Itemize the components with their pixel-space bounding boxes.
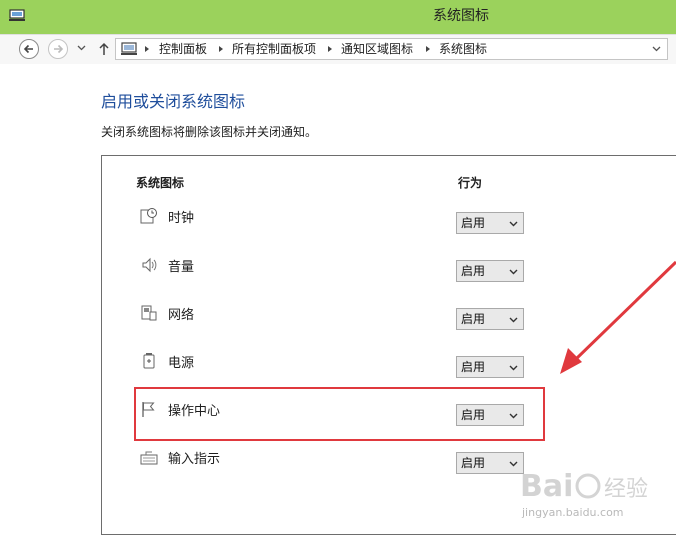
watermark-site: jingyan.baidu.com (522, 506, 624, 519)
baidu-watermark-logo: Bai 经验 (520, 469, 648, 504)
forward-button[interactable] (48, 39, 68, 59)
navigation-bar: 控制面板 所有控制面板项 通知区域图标 系统图标 (0, 34, 676, 64)
row-label-clock: 时钟 (168, 211, 195, 226)
chevron-down-icon (509, 269, 518, 275)
behavior-select-power[interactable]: 启用 (456, 356, 524, 378)
select-value: 启用 (461, 264, 486, 278)
up-arrow-icon[interactable] (98, 42, 110, 56)
clock-icon (140, 208, 157, 224)
back-button[interactable] (19, 39, 39, 59)
annotation-highlight-box (134, 387, 545, 441)
back-arrow-icon (23, 44, 33, 54)
svg-text:Bai: Bai (520, 469, 573, 504)
chevron-down-icon (509, 365, 518, 371)
behavior-select-input-indicator[interactable]: 启用 (456, 452, 524, 474)
breadcrumb-all-items[interactable]: 所有控制面板项 (232, 39, 316, 59)
select-value: 启用 (461, 456, 486, 470)
row-label-input-indicator: 输入指示 (168, 452, 221, 467)
select-value: 启用 (461, 312, 486, 326)
breadcrumb-control-panel[interactable]: 控制面板 (159, 39, 207, 59)
select-value: 启用 (461, 360, 486, 374)
page-heading: 启用或关闭系统图标 (101, 92, 246, 111)
title-bar: 系统图标 (0, 0, 676, 34)
behavior-select-network[interactable]: 启用 (456, 308, 524, 330)
breadcrumb-system-icons[interactable]: 系统图标 (439, 39, 487, 59)
page-description: 关闭系统图标将删除该图标并关闭通知。 (101, 125, 318, 139)
address-bar[interactable]: 控制面板 所有控制面板项 通知区域图标 系统图标 (115, 38, 668, 60)
forward-arrow-icon (54, 44, 64, 54)
behavior-select-clock[interactable]: 启用 (456, 212, 524, 234)
window-title: 系统图标 (433, 8, 489, 24)
volume-icon (142, 257, 157, 273)
keyboard-icon (140, 451, 158, 465)
select-value: 启用 (461, 216, 486, 230)
breadcrumb-notification-area[interactable]: 通知区域图标 (341, 39, 413, 59)
computer-icon (121, 42, 137, 55)
svg-text:经验: 经验 (604, 477, 648, 502)
behavior-select-volume[interactable]: 启用 (456, 260, 524, 282)
chevron-down-icon (509, 221, 518, 227)
row-label-network: 网络 (168, 308, 195, 323)
row-label-power: 电源 (168, 356, 195, 371)
row-label-volume: 音量 (168, 260, 195, 275)
address-dropdown-icon[interactable] (652, 43, 661, 55)
network-icon (141, 305, 157, 321)
column-header-icon: 系统图标 (136, 176, 185, 190)
recent-locations-chevron-icon[interactable] (77, 45, 86, 51)
chevron-down-icon (509, 461, 518, 467)
column-header-behavior: 行为 (458, 176, 483, 190)
power-icon (143, 353, 155, 369)
chevron-down-icon (509, 317, 518, 323)
